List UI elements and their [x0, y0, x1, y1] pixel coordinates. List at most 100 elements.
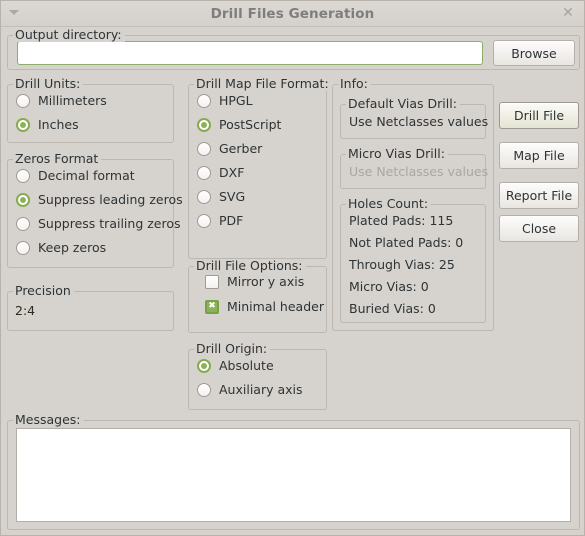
messages-group: Messages: — [7, 413, 580, 530]
radio-icon-selected — [16, 193, 30, 207]
radio-pdf[interactable]: PDF — [197, 214, 243, 228]
output-directory-legend: Output directory: — [13, 28, 125, 42]
window-title: Drill Files Generation — [210, 5, 375, 22]
zeros-format-group: Zeros Format Decimal format Suppress lea… — [7, 152, 183, 268]
radio-postscript[interactable]: PostScript — [197, 118, 281, 132]
checkbox-icon-checked — [205, 300, 219, 314]
radio-svg[interactable]: SVG — [197, 190, 245, 204]
radio-inches[interactable]: Inches — [16, 118, 79, 132]
browse-button[interactable]: Browse — [493, 40, 575, 66]
holes-count-line: Not Plated Pads: 0 — [349, 235, 464, 250]
drill-file-button[interactable]: Drill File — [499, 102, 579, 129]
radio-icon — [197, 94, 211, 108]
holes-count-legend: Holes Count: — [346, 197, 432, 211]
drill-map-file-format-legend: Drill Map File Format: — [194, 77, 332, 91]
radio-label: PostScript — [219, 117, 282, 132]
checkbox-label: Minimal header — [227, 299, 324, 314]
radio-icon — [197, 214, 211, 228]
checkbox-icon — [205, 275, 219, 289]
zeros-format-body: Decimal format Suppress leading zeros Su… — [7, 159, 183, 268]
holes-count-body: Plated Pads: 115 Not Plated Pads: 0 Thro… — [340, 204, 486, 323]
output-directory-group: Output directory: Browse — [7, 28, 580, 70]
holes-count-line: Micro Vias: 0 — [349, 279, 429, 294]
drill-origin-group: Drill Origin: Absolute Auxiliary axis — [188, 342, 327, 410]
zeros-format-legend: Zeros Format — [13, 152, 102, 166]
default-vias-drill-group: Default Vias Drill: Use Netclasses value… — [340, 97, 489, 139]
precision-legend: Precision — [13, 284, 74, 298]
report-file-button[interactable]: Report File — [499, 182, 579, 209]
radio-absolute[interactable]: Absolute — [197, 359, 274, 373]
drill-units-legend: Drill Units: — [13, 77, 84, 91]
precision-value: 2:4 — [15, 303, 36, 318]
radio-label: Suppress leading zeros — [38, 192, 183, 207]
radio-icon — [197, 166, 211, 180]
radio-hpgl[interactable]: HPGL — [197, 94, 253, 108]
messages-body — [7, 420, 580, 530]
drill-units-group: Drill Units: Millimeters Inches — [7, 77, 174, 143]
info-legend: Info: — [338, 77, 371, 91]
radio-icon — [197, 190, 211, 204]
drill-origin-body: Absolute Auxiliary axis — [188, 349, 327, 410]
holes-count-group: Holes Count: Plated Pads: 115 Not Plated… — [340, 197, 486, 323]
drill-file-options-legend: Drill File Options: — [194, 259, 306, 273]
close-icon[interactable]: ✕ — [560, 5, 576, 21]
checkbox-mirror-y-axis[interactable]: Mirror y axis — [205, 275, 304, 289]
radio-label: Suppress trailing zeros — [38, 216, 181, 231]
radio-label: Millimeters — [38, 93, 107, 108]
radio-icon-selected — [197, 359, 211, 373]
holes-count-line: Plated Pads: 115 — [349, 213, 454, 228]
map-file-button[interactable]: Map File — [499, 142, 579, 169]
radio-label: HPGL — [219, 93, 253, 108]
radio-icon — [197, 383, 211, 397]
radio-label: DXF — [219, 165, 245, 180]
radio-label: Absolute — [219, 358, 274, 373]
radio-label: SVG — [219, 189, 246, 204]
radio-icon-selected — [197, 118, 211, 132]
dialog-window: Drill Files Generation ✕ Output director… — [0, 0, 585, 536]
holes-count-line: Through Vias: 25 — [349, 257, 455, 272]
drill-file-options-group: Drill File Options: Mirror y axis Minima… — [188, 259, 327, 333]
default-vias-drill-legend: Default Vias Drill: — [346, 97, 460, 111]
radio-label: PDF — [219, 213, 244, 228]
radio-millimeters[interactable]: Millimeters — [16, 94, 107, 108]
radio-keep-zeros[interactable]: Keep zeros — [16, 241, 106, 255]
radio-icon — [16, 94, 30, 108]
radio-icon — [16, 241, 30, 255]
drill-origin-legend: Drill Origin: — [194, 342, 271, 356]
checkbox-label: Mirror y axis — [227, 274, 305, 289]
radio-icon — [16, 217, 30, 231]
messages-textarea[interactable] — [16, 428, 571, 522]
micro-vias-drill-value: Use Netclasses values — [349, 164, 489, 179]
drill-map-file-format-body: HPGL PostScript Gerber DXF SVG PDF — [188, 84, 327, 259]
default-vias-drill-value: Use Netclasses values — [349, 114, 489, 129]
drill-map-file-format-group: Drill Map File Format: HPGL PostScript G… — [188, 77, 332, 259]
radio-label: Keep zeros — [38, 240, 107, 255]
checkbox-minimal-header[interactable]: Minimal header — [205, 300, 324, 314]
radio-label: Auxiliary axis — [219, 382, 303, 397]
messages-legend: Messages: — [13, 413, 84, 427]
radio-label: Inches — [38, 117, 79, 132]
radio-dxf[interactable]: DXF — [197, 166, 244, 180]
radio-icon — [16, 169, 30, 183]
drill-units-body: Millimeters Inches — [7, 84, 174, 143]
drill-file-options-body: Mirror y axis Minimal header — [188, 266, 327, 333]
output-directory-input[interactable] — [17, 41, 483, 65]
info-body: Default Vias Drill: Use Netclasses value… — [332, 84, 494, 331]
precision-group: Precision 2:4 — [7, 284, 174, 331]
radio-label: Gerber — [219, 141, 263, 156]
radio-suppress-trailing-zeros[interactable]: Suppress trailing zeros — [16, 217, 181, 231]
titlebar: Drill Files Generation ✕ — [1, 1, 584, 27]
radio-auxiliary-axis[interactable]: Auxiliary axis — [197, 383, 303, 397]
radio-label: Decimal format — [38, 168, 135, 183]
micro-vias-drill-group: Micro Vias Drill: Use Netclasses values — [340, 147, 489, 189]
radio-gerber[interactable]: Gerber — [197, 142, 262, 156]
radio-suppress-leading-zeros[interactable]: Suppress leading zeros — [16, 193, 183, 207]
holes-count-line: Buried Vias: 0 — [349, 301, 436, 316]
close-button[interactable]: Close — [499, 215, 579, 242]
radio-decimal-format[interactable]: Decimal format — [16, 169, 135, 183]
micro-vias-drill-legend: Micro Vias Drill: — [346, 147, 448, 161]
chevron-down-icon[interactable] — [9, 10, 19, 15]
radio-icon-selected — [16, 118, 30, 132]
radio-icon — [197, 142, 211, 156]
info-group: Info: Default Vias Drill: Use Netclasses… — [332, 77, 494, 331]
